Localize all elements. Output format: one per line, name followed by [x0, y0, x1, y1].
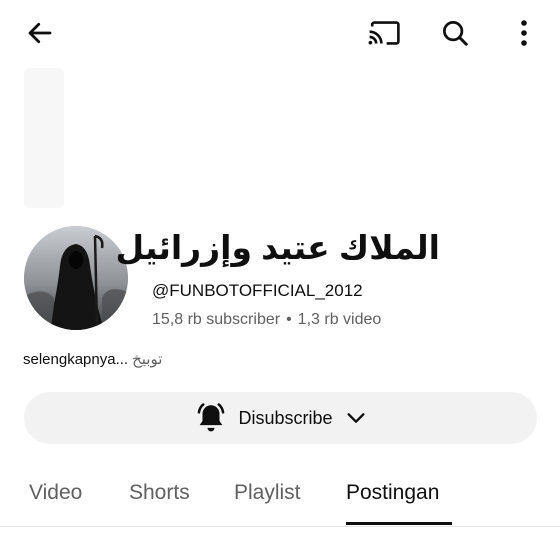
arrow-left-icon — [28, 22, 52, 44]
channel-handle: @FUNBOTOFFICIAL_2012 — [152, 281, 363, 300]
cast-button[interactable] — [362, 11, 406, 55]
tab-playlist[interactable]: Playlist — [234, 480, 301, 506]
channel-name: الملاك عتيد وإزرائيل — [115, 229, 440, 266]
more-vertical-icon — [521, 20, 527, 46]
active-tab-indicator — [346, 522, 452, 525]
subscribe-button[interactable]: Disubscribe — [24, 392, 537, 444]
channel-stats: 15,8 rb subscriber • 1,3 rb video — [152, 309, 381, 331]
description-text: توبيخ — [132, 351, 163, 368]
stats-separator: • — [286, 311, 292, 328]
channel-page: الملاك عتيد وإزرائيل @FUNBOTOFFICIAL_201… — [0, 0, 560, 560]
tab-postingan[interactable]: Postingan — [346, 480, 439, 506]
channel-description[interactable]: selengkapnya... توبيخ — [23, 349, 162, 371]
channel-avatar[interactable] — [24, 226, 128, 330]
avatar-image — [24, 226, 128, 330]
bell-icon — [194, 401, 228, 435]
chevron-down-icon — [345, 407, 367, 429]
tab-shorts[interactable]: Shorts — [129, 480, 190, 506]
top-app-bar — [0, 0, 560, 66]
back-button[interactable] — [18, 11, 62, 55]
description-more-link[interactable]: selengkapnya... — [23, 351, 128, 368]
subscribe-label: Disubscribe — [238, 407, 333, 428]
search-button[interactable] — [433, 11, 477, 55]
tab-video[interactable]: Video — [29, 480, 82, 506]
cast-icon — [368, 21, 400, 45]
channel-tabs: Video Shorts Playlist Postingan — [0, 468, 560, 527]
search-icon — [443, 21, 468, 46]
channel-banner — [24, 68, 64, 208]
more-options-button[interactable] — [502, 11, 546, 55]
video-count: 1,3 rb video — [297, 311, 382, 328]
subscriber-count: 15,8 rb subscriber — [152, 311, 281, 328]
